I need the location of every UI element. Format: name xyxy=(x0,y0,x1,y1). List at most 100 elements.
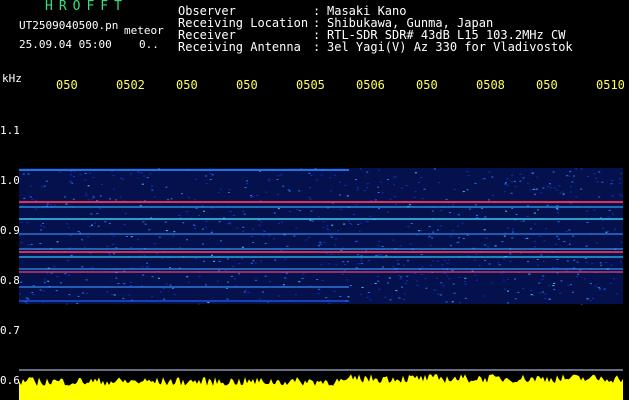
noise-speck xyxy=(111,293,114,295)
noise-speck xyxy=(194,258,197,259)
noise-speck xyxy=(453,292,456,294)
noise-speck xyxy=(619,194,622,195)
noise-speck xyxy=(576,261,579,263)
noise-speck xyxy=(540,254,543,256)
noise-speck xyxy=(294,294,297,296)
noise-speck xyxy=(173,231,176,233)
noise-speck xyxy=(310,210,313,212)
noise-speck xyxy=(448,278,451,280)
noise-speck xyxy=(414,272,417,274)
noise-speck xyxy=(287,189,290,191)
noise-speck xyxy=(232,214,235,216)
noise-speck xyxy=(198,214,200,216)
noise-speck xyxy=(77,295,80,297)
noise-speck xyxy=(241,258,243,260)
noise-speck xyxy=(432,231,435,233)
noise-speck xyxy=(91,198,94,200)
noise-speck xyxy=(216,280,219,282)
x-tick: 0502 xyxy=(116,78,145,92)
noise-speck xyxy=(22,173,25,175)
noise-speck xyxy=(256,194,259,196)
noise-speck xyxy=(29,196,32,198)
noise-speck xyxy=(128,294,131,296)
noise-speck xyxy=(568,229,571,231)
noise-speck xyxy=(226,288,228,289)
noise-speck xyxy=(346,261,349,263)
noise-speck xyxy=(20,281,22,283)
noise-speck xyxy=(451,301,454,303)
noise-speck xyxy=(449,245,452,247)
noise-speck xyxy=(406,280,408,282)
noise-speck xyxy=(317,293,320,295)
noise-speck xyxy=(619,173,622,175)
noise-speck xyxy=(91,224,93,226)
noise-speck xyxy=(263,231,266,232)
noise-speck xyxy=(514,298,517,300)
noise-speck xyxy=(68,294,71,296)
noise-speck xyxy=(327,263,330,265)
noise-speck xyxy=(556,259,559,260)
noise-speck xyxy=(503,191,506,193)
signal-band xyxy=(19,268,623,270)
noise-speck xyxy=(416,285,419,286)
noise-speck xyxy=(268,180,271,182)
noise-speck xyxy=(360,263,363,265)
noise-speck xyxy=(165,186,168,188)
noise-speck xyxy=(344,264,346,265)
noise-speck xyxy=(609,282,612,284)
noise-speck xyxy=(42,226,45,228)
noise-speck xyxy=(441,264,444,266)
noise-speck xyxy=(366,296,369,298)
noise-speck xyxy=(396,259,399,261)
noise-speck xyxy=(446,275,449,277)
noise-speck xyxy=(207,302,210,303)
noise-speck xyxy=(536,259,539,260)
noise-speck xyxy=(541,278,544,280)
noise-speck xyxy=(322,221,325,223)
noise-speck xyxy=(561,191,564,193)
noise-speck xyxy=(529,289,532,291)
noise-speck xyxy=(92,195,95,197)
noise-speck xyxy=(572,235,575,237)
noise-speck xyxy=(522,220,525,222)
noise-speck xyxy=(148,229,151,231)
noise-speck xyxy=(146,266,149,268)
noise-speck xyxy=(67,227,70,229)
noise-speck xyxy=(507,278,510,280)
noise-speck xyxy=(192,224,195,226)
noise-speck xyxy=(83,246,86,248)
noise-speck xyxy=(246,183,248,185)
noise-speck xyxy=(32,294,35,296)
noise-speck xyxy=(526,183,529,185)
noise-speck xyxy=(96,213,99,215)
noise-speck xyxy=(302,273,305,275)
noise-speck xyxy=(619,261,622,263)
noise-speck xyxy=(429,245,432,247)
noise-speck xyxy=(258,224,261,226)
noise-speck xyxy=(406,275,409,277)
noise-speck xyxy=(274,259,277,261)
noise-speck xyxy=(484,244,487,246)
noise-speck xyxy=(30,185,33,187)
noise-speck xyxy=(596,181,599,183)
noise-speck xyxy=(490,282,493,284)
noise-speck xyxy=(536,264,539,266)
noise-speck xyxy=(35,199,38,201)
date-extra: 0.. xyxy=(139,38,159,51)
noise-speck xyxy=(524,238,527,240)
noise-speck xyxy=(519,253,522,254)
noise-speck xyxy=(162,288,165,289)
noise-speck xyxy=(227,281,229,283)
noise-speck xyxy=(72,176,75,177)
noise-speck xyxy=(468,208,471,210)
y-tick: 0.7 xyxy=(0,324,20,337)
noise-speck xyxy=(43,282,46,284)
noise-speck xyxy=(211,174,214,176)
noise-speck xyxy=(187,281,190,283)
mode-label: meteor xyxy=(124,24,164,37)
noise-speck xyxy=(378,240,381,242)
noise-speck xyxy=(360,260,363,262)
noise-speck xyxy=(387,282,390,284)
noise-speck xyxy=(394,175,397,177)
noise-speck xyxy=(337,230,340,232)
